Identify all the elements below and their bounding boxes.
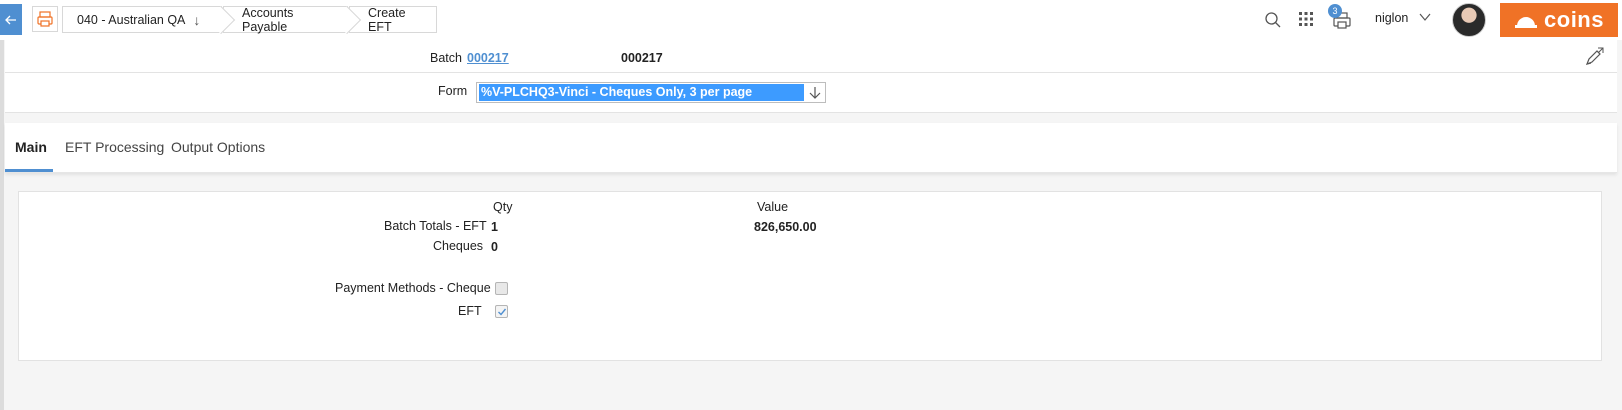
- chevron-down-icon[interactable]: [1418, 10, 1432, 24]
- breadcrumb-module[interactable]: Accounts Payable: [223, 5, 348, 34]
- username[interactable]: niglon: [1375, 11, 1408, 25]
- notification-badge: 3: [1328, 4, 1342, 18]
- form-label: Form: [438, 84, 468, 98]
- batch-label: Batch: [430, 51, 462, 65]
- cheques-qty: 0: [491, 240, 498, 254]
- breadcrumb-module-label: Accounts Payable: [242, 5, 294, 34]
- search-icon[interactable]: [1264, 11, 1282, 29]
- qty-header: Qty: [493, 200, 513, 214]
- batch-totals-eft-qty: 1: [491, 220, 498, 234]
- coins-logo: coins: [1500, 3, 1618, 37]
- tab-eft-processing[interactable]: EFT Processing: [65, 139, 164, 155]
- value-header: Value: [757, 200, 789, 214]
- eft-label: EFT: [458, 304, 482, 318]
- apps-grid-icon[interactable]: [1298, 11, 1314, 27]
- hard-hat-icon: [1515, 17, 1538, 28]
- print-button[interactable]: [32, 6, 58, 32]
- arrow-down-icon[interactable]: ↓: [193, 12, 200, 28]
- arrow-left-icon: [5, 15, 16, 24]
- payment-cheque-checkbox[interactable]: [495, 282, 508, 295]
- printer-icon: [37, 11, 53, 27]
- tab-bar: Main EFT Processing Output Options: [5, 123, 1617, 173]
- batch-value: 000217: [621, 51, 663, 65]
- form-row: Form %V-PLCHQ3-Vinci - Cheques Only, 3 p…: [5, 73, 1617, 113]
- main-panel: Qty Value Batch Totals - EFT 1 826,650.0…: [18, 191, 1602, 361]
- active-tab-indicator: [5, 169, 53, 172]
- back-button[interactable]: [0, 4, 22, 35]
- payment-eft-checkbox[interactable]: [495, 305, 508, 318]
- form-select-value: %V-PLCHQ3-Vinci - Cheques Only, 3 per pa…: [479, 84, 804, 101]
- logo-text: coins: [1544, 7, 1604, 32]
- batch-row: Batch 000217 000217: [5, 40, 1617, 73]
- breadcrumb-company-label: 040 - Australian QA: [77, 12, 186, 27]
- checkmark-icon: [497, 308, 506, 316]
- batch-totals-eft-value: 826,650.00: [754, 220, 817, 234]
- breadcrumb-page[interactable]: Create EFT: [349, 5, 437, 34]
- form-select[interactable]: %V-PLCHQ3-Vinci - Cheques Only, 3 per pa…: [476, 82, 826, 103]
- payment-methods-cheque-label: Payment Methods - Cheque: [335, 281, 491, 295]
- tab-output-options[interactable]: Output Options: [171, 139, 265, 155]
- left-edge: [0, 40, 4, 410]
- top-bar: 040 - Australian QA ↓ Accounts Payable C…: [0, 0, 1622, 40]
- cheques-label: Cheques: [433, 239, 484, 253]
- avatar[interactable]: [1452, 3, 1486, 37]
- breadcrumb-page-label: Create EFT: [368, 5, 406, 34]
- edit-icon[interactable]: [1583, 46, 1605, 68]
- batch-link[interactable]: 000217: [467, 51, 509, 65]
- batch-totals-eft-label: Batch Totals - EFT: [384, 219, 487, 233]
- arrow-down-icon[interactable]: [807, 85, 823, 101]
- tab-main[interactable]: Main: [15, 139, 47, 155]
- breadcrumb-company[interactable]: 040 - Australian QA ↓: [62, 6, 222, 33]
